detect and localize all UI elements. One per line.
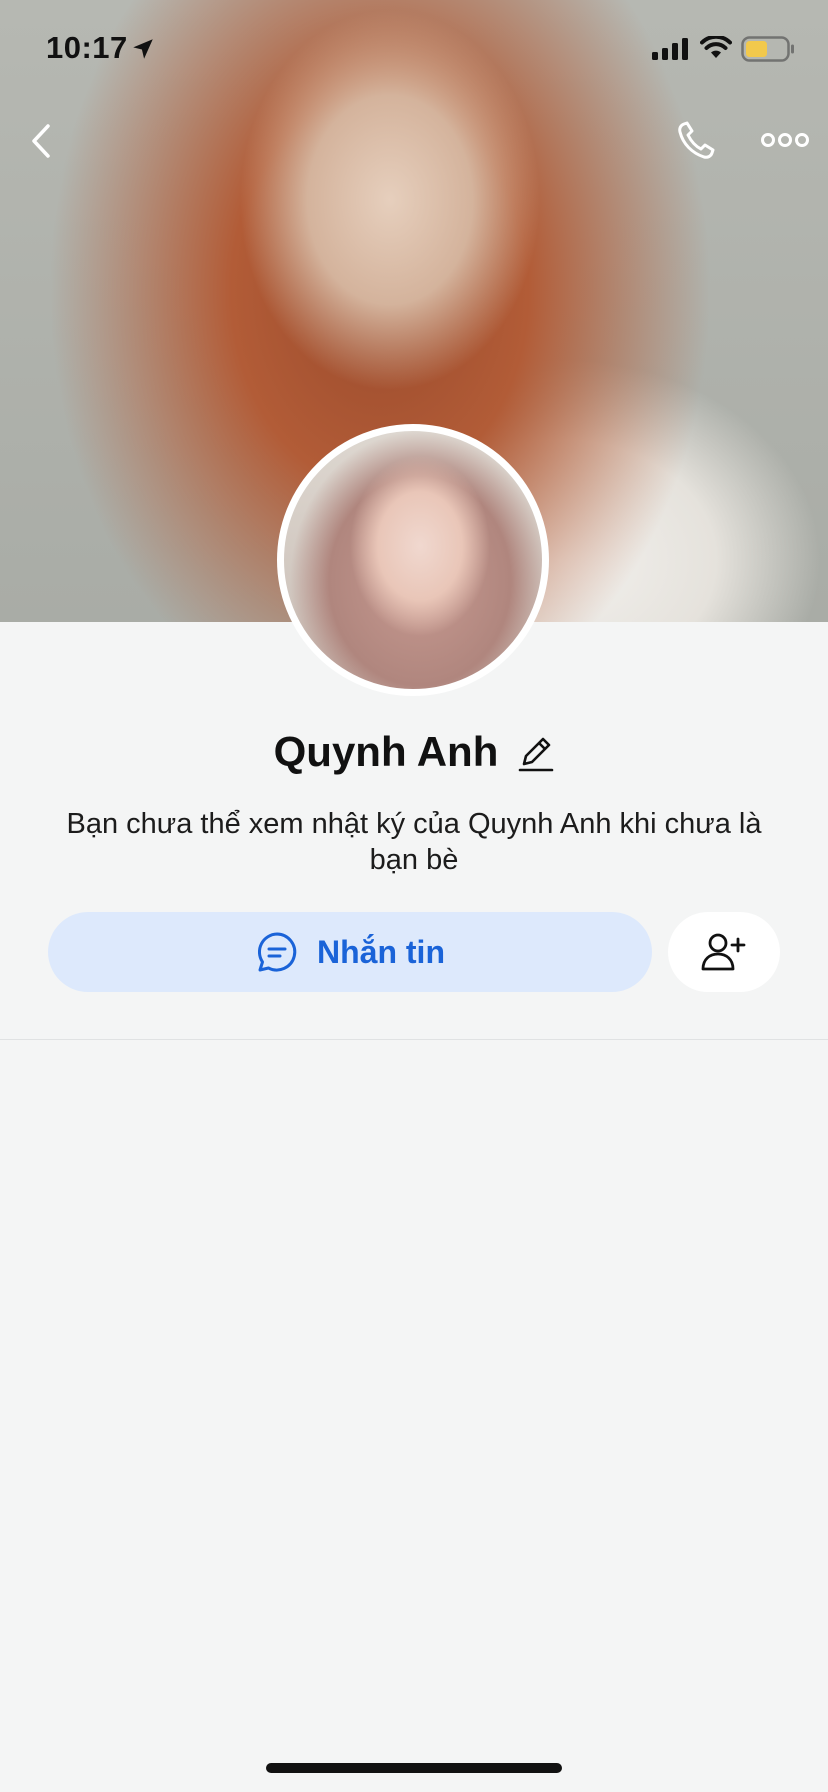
signal-icon [652, 38, 688, 60]
back-button[interactable] [22, 118, 62, 164]
message-button-label: Nhắn tin [317, 933, 445, 970]
more-dots-icon [761, 133, 809, 147]
name-row: Quynh Anh [0, 728, 828, 776]
chat-bubble-icon [257, 932, 297, 972]
battery-icon [741, 36, 794, 62]
section-divider [0, 1039, 828, 1040]
chevron-left-icon [32, 124, 50, 158]
add-friend-icon [701, 933, 746, 971]
profile-name: Quynh Anh [273, 728, 499, 775]
status-bar: 10:17 [0, 0, 828, 96]
home-indicator[interactable] [266, 1763, 562, 1773]
add-friend-button[interactable] [668, 912, 780, 992]
message-button[interactable]: Nhắn tin [48, 912, 652, 992]
phone-icon [678, 121, 715, 159]
call-button[interactable] [674, 118, 718, 164]
wifi-icon [700, 36, 732, 58]
avatar[interactable] [277, 424, 549, 696]
status-time: 10:17 [46, 30, 128, 65]
friend-privacy-notice: Bạn chưa thể xem nhật ký của Quynh Anh k… [66, 808, 762, 876]
more-options-button[interactable] [760, 125, 810, 155]
location-arrow-icon [133, 39, 153, 59]
pencil-icon[interactable] [516, 730, 554, 774]
